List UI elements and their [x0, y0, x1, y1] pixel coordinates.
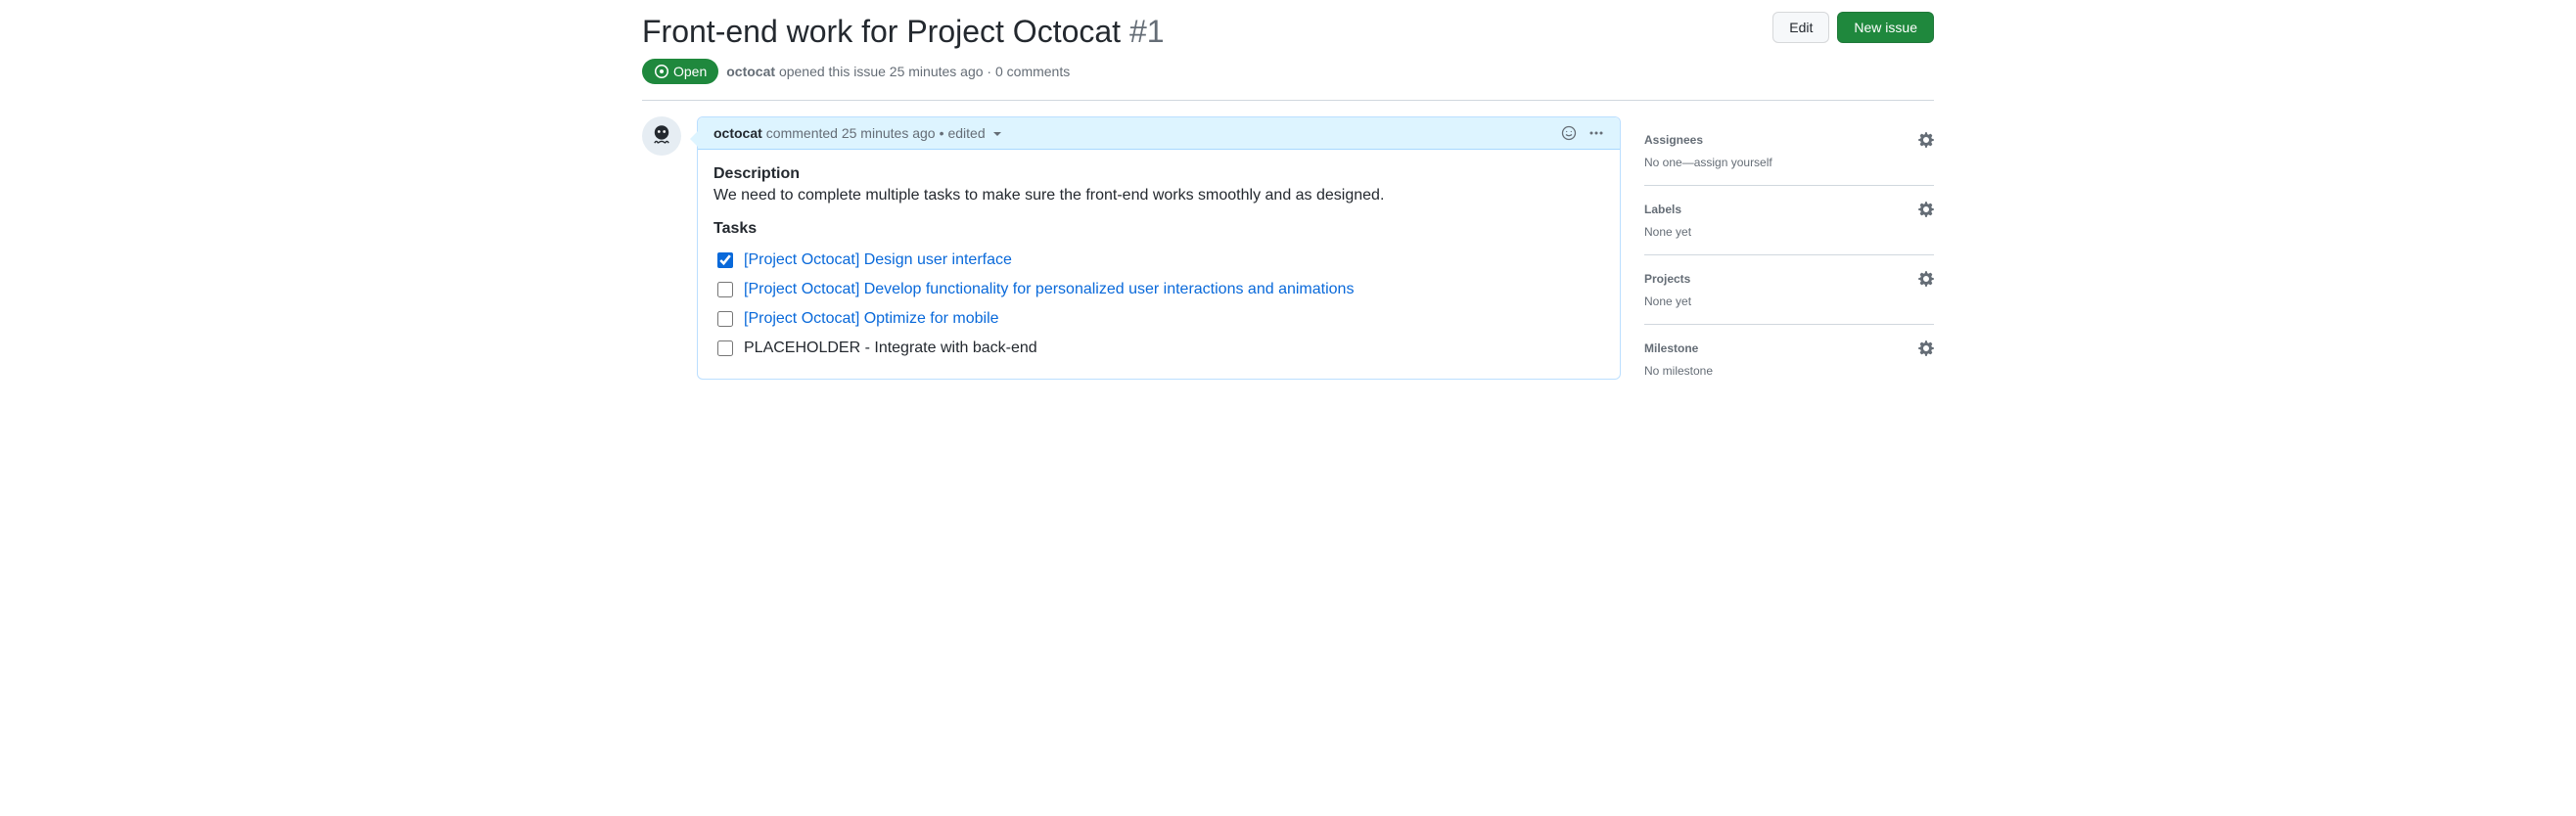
issue-title: Front-end work for Project Octocat #1	[642, 12, 1165, 51]
dot-separator: ·	[987, 64, 991, 79]
gear-icon	[1918, 132, 1934, 148]
issue-open-icon	[654, 64, 669, 79]
issue-number: #1	[1129, 14, 1165, 49]
comment-time-text: commented 25 minutes ago	[766, 125, 936, 141]
new-issue-button-label: New issue	[1854, 18, 1917, 37]
milestone-heading: Milestone	[1644, 341, 1698, 355]
milestone-gear-button[interactable]	[1918, 340, 1934, 356]
tasks-heading: Tasks	[713, 220, 1604, 238]
smiley-icon	[1561, 125, 1577, 141]
edit-button-label: Edit	[1789, 18, 1813, 37]
task-link[interactable]: [Project Octocat] Develop functionality …	[744, 281, 1354, 298]
assignees-heading: Assignees	[1644, 133, 1703, 147]
task-checkbox[interactable]	[717, 282, 733, 297]
assign-yourself-link[interactable]: No one—assign yourself	[1644, 156, 1934, 169]
comment-author-link[interactable]: octocat	[713, 125, 762, 141]
description-text: We need to complete multiple tasks to ma…	[713, 187, 1604, 204]
state-badge-label: Open	[673, 64, 707, 79]
header-divider	[642, 100, 1934, 101]
gear-icon	[1918, 271, 1934, 287]
task-checkbox[interactable]	[717, 340, 733, 356]
issue-title-text: Front-end work for Project Octocat	[642, 14, 1121, 49]
avatar[interactable]	[642, 116, 681, 156]
assignees-gear-button[interactable]	[1918, 132, 1934, 148]
kebab-icon	[1588, 125, 1604, 141]
projects-gear-button[interactable]	[1918, 271, 1934, 287]
description-heading: Description	[713, 165, 1604, 183]
task-link[interactable]: [Project Octocat] Optimize for mobile	[744, 310, 999, 328]
issue-author-link[interactable]: octocat	[726, 64, 775, 79]
state-badge: Open	[642, 59, 718, 84]
comments-count: 0 comments	[995, 64, 1070, 79]
task-checkbox[interactable]	[717, 311, 733, 327]
edited-label: edited	[947, 125, 985, 141]
opened-text: opened this issue 25 minutes ago	[779, 64, 984, 79]
task-checkbox[interactable]	[717, 252, 733, 268]
task-label: PLACEHOLDER - Integrate with back-end	[744, 340, 1037, 357]
dot-separator: •	[940, 125, 944, 141]
task-item: [Project Octocat] Optimize for mobile	[713, 304, 1604, 334]
labels-value: None yet	[1644, 225, 1934, 239]
projects-heading: Projects	[1644, 272, 1690, 286]
gear-icon	[1918, 340, 1934, 356]
labels-gear-button[interactable]	[1918, 202, 1934, 217]
task-item: [Project Octocat] Develop functionality …	[713, 275, 1604, 304]
task-item: PLACEHOLDER - Integrate with back-end	[713, 334, 1604, 363]
octocat-avatar-icon	[644, 118, 679, 154]
comment-box: octocat commented 25 minutes ago • edite…	[697, 116, 1621, 380]
task-item: [Project Octocat] Design user interface	[713, 246, 1604, 275]
new-issue-button[interactable]: New issue	[1837, 12, 1934, 43]
edited-dropdown[interactable]: edited	[947, 125, 1000, 141]
edit-button[interactable]: Edit	[1772, 12, 1829, 43]
labels-heading: Labels	[1644, 203, 1681, 216]
caret-down-icon	[993, 132, 1001, 136]
task-link[interactable]: [Project Octocat] Design user interface	[744, 251, 1012, 269]
milestone-value: No milestone	[1644, 364, 1934, 378]
gear-icon	[1918, 202, 1934, 217]
projects-value: None yet	[1644, 295, 1934, 308]
add-reaction-button[interactable]	[1561, 125, 1577, 141]
kebab-menu-button[interactable]	[1588, 125, 1604, 141]
